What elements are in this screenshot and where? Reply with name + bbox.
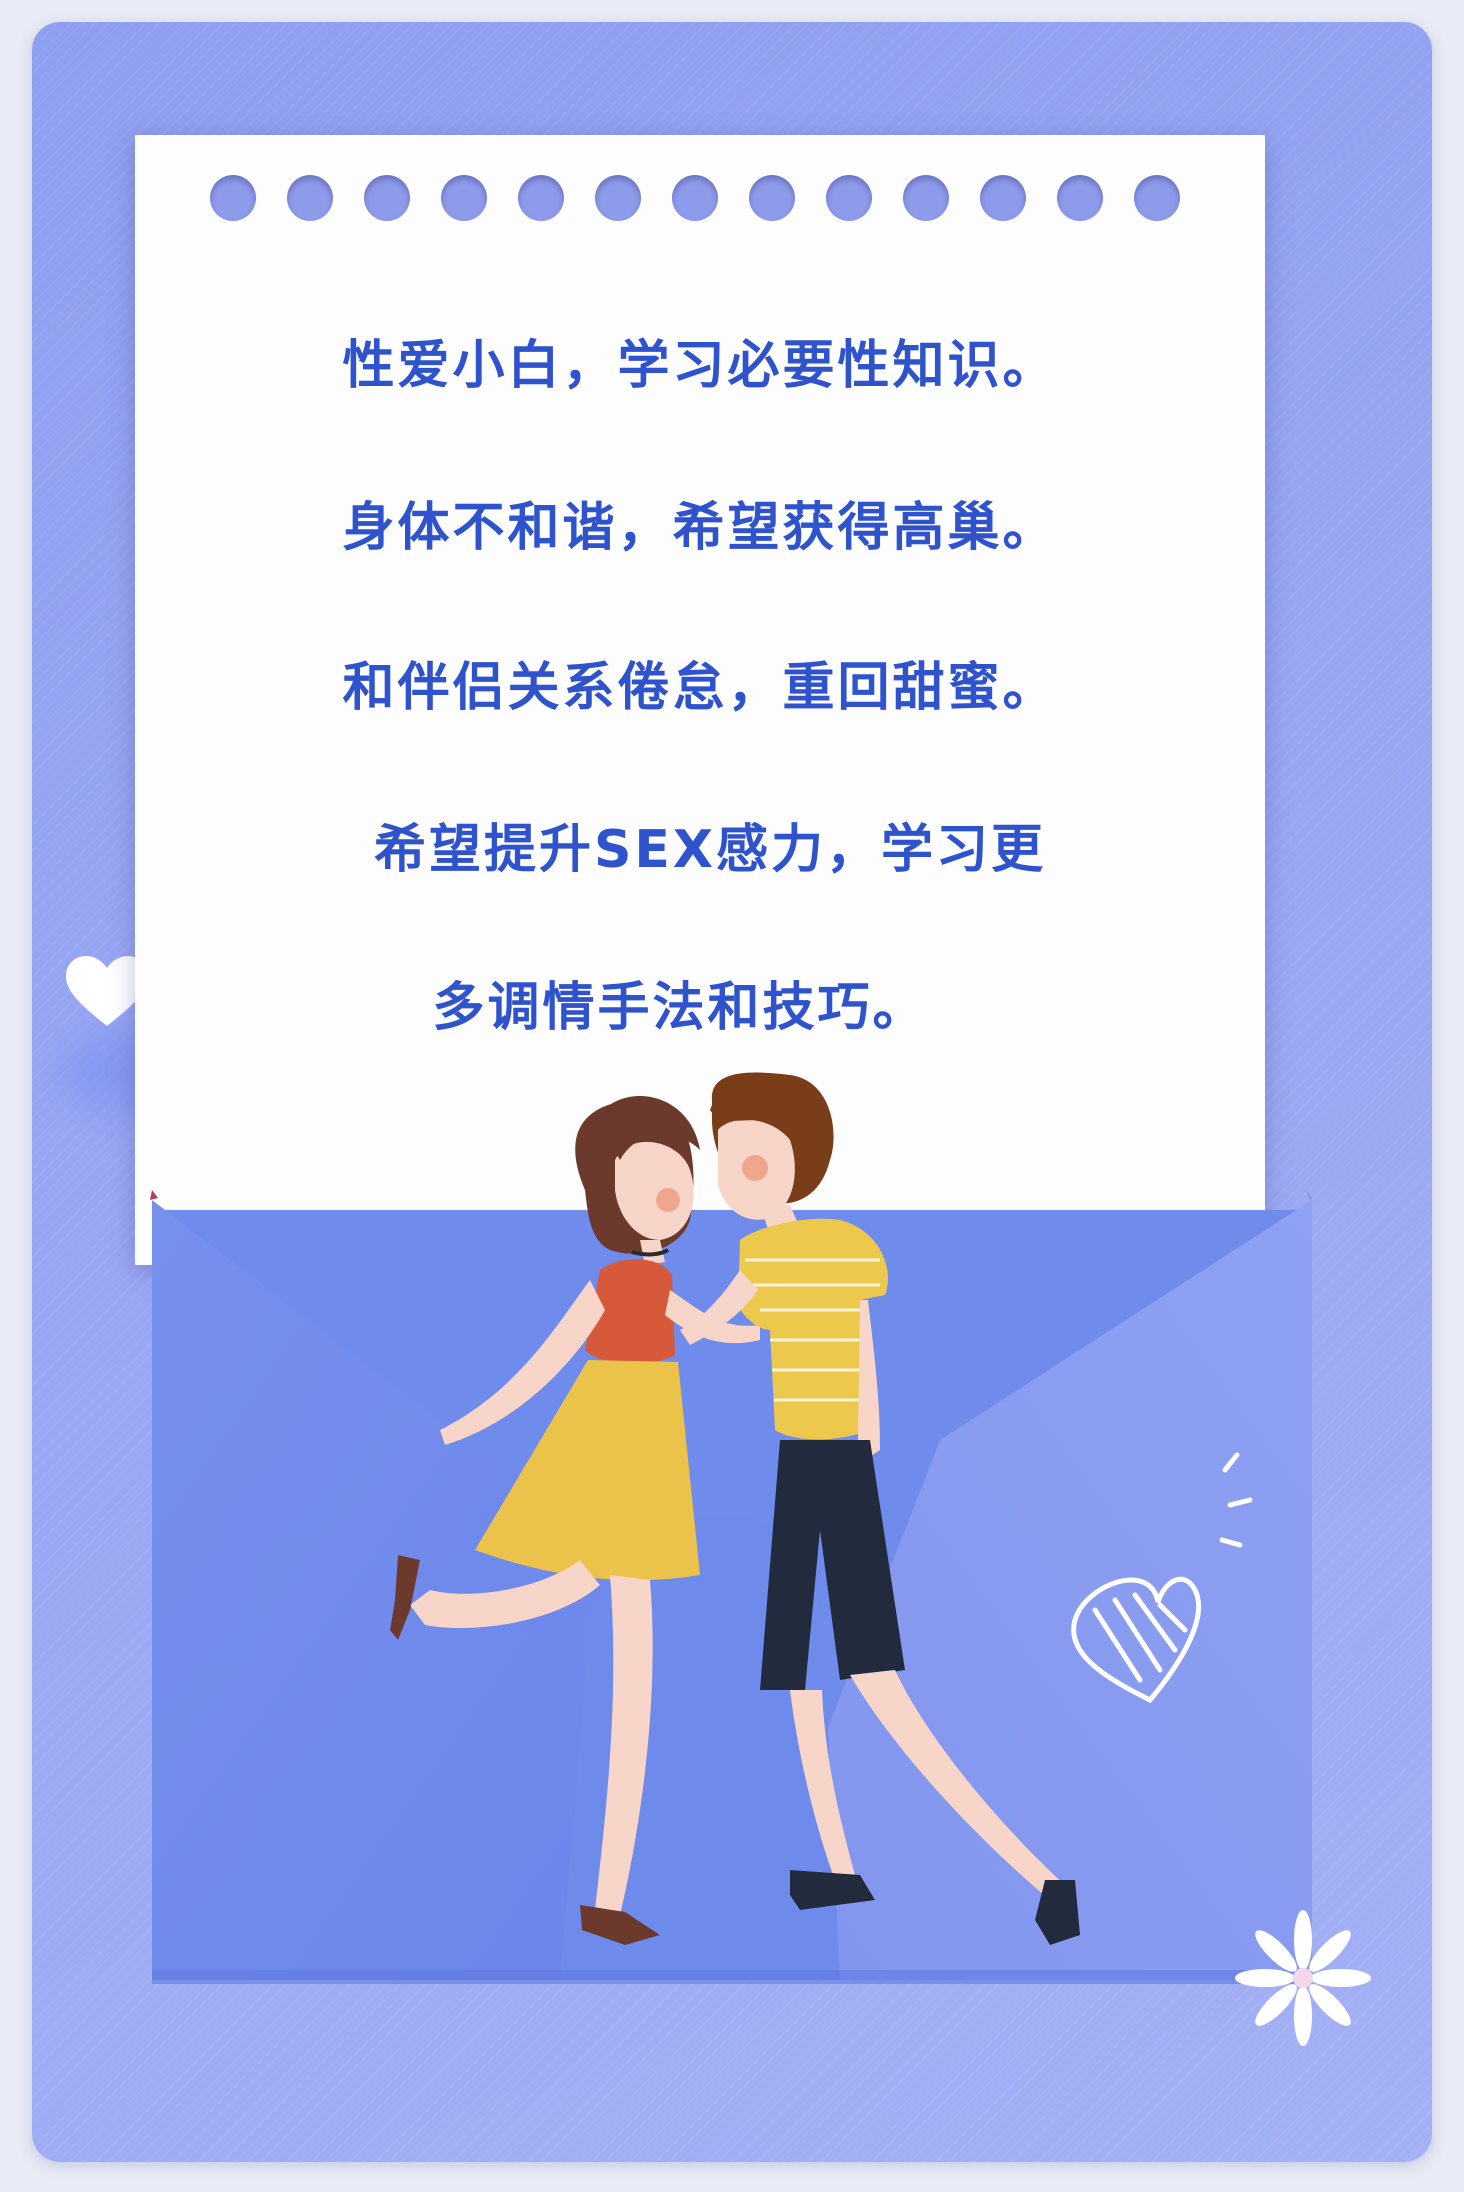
letter-line-5: 多调情手法和技巧。 xyxy=(432,978,928,1038)
paper-hole xyxy=(595,175,641,221)
paper-hole xyxy=(672,175,718,221)
paper-hole xyxy=(287,175,333,221)
letter-line-3: 和伴侣关系倦怠，重回甜蜜。 xyxy=(342,658,1058,718)
letter-line-4: 希望提升SEX感力，学习更 xyxy=(373,820,1047,880)
paper-hole xyxy=(1057,175,1103,221)
letter-paper: 性爱小白，学习必要性知识。 身体不和谐，希望获得高巢。 和伴侣关系倦怠，重回甜蜜… xyxy=(135,135,1265,1265)
paper-hole xyxy=(1134,175,1180,221)
paper-hole xyxy=(518,175,564,221)
paper-hole xyxy=(441,175,487,221)
paper-hole xyxy=(903,175,949,221)
paper-hole xyxy=(826,175,872,221)
paper-hole xyxy=(364,175,410,221)
paper-hole xyxy=(980,175,1026,221)
paper-hole xyxy=(210,175,256,221)
letter-line-1: 性爱小白，学习必要性知识。 xyxy=(342,336,1058,396)
paper-hole xyxy=(749,175,795,221)
letter-line-2: 身体不和谐，希望获得高巢。 xyxy=(342,498,1058,558)
